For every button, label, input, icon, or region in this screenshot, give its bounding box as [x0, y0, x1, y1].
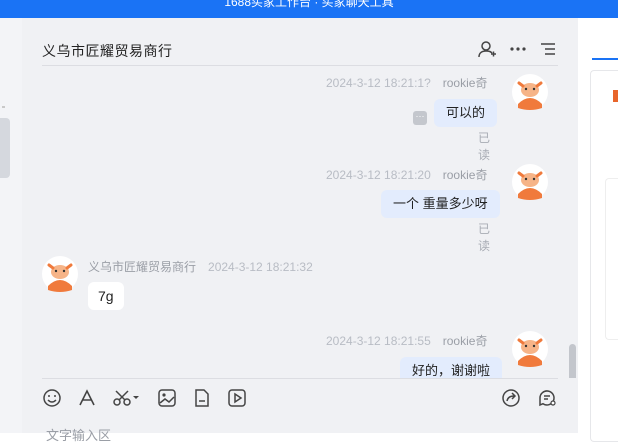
font-icon[interactable] — [77, 388, 97, 408]
scissors-icon[interactable] — [112, 388, 142, 408]
more-icon[interactable] — [509, 40, 527, 58]
left-pane — [0, 18, 22, 433]
avatar[interactable] — [512, 331, 548, 367]
read-status: 已读 — [478, 222, 491, 253]
message-scrollbar[interactable] — [569, 344, 576, 378]
message-time: 2024-3-12 18:21:20 — [326, 168, 431, 182]
message-bubble: 可以的 — [434, 99, 498, 127]
message-meta: 2024-3-12 18:21:55 rookie奇 — [326, 332, 487, 349]
inner-card — [605, 178, 618, 340]
message-bubble: 好的，谢谢啦 — [400, 357, 503, 378]
message-sender: rookie奇 — [442, 168, 488, 182]
share-icon[interactable] — [501, 388, 521, 408]
avatar[interactable] — [42, 256, 78, 292]
quick-reply-icon[interactable] — [537, 388, 557, 408]
avatar[interactable] — [512, 164, 548, 200]
message-meta: 义乌市匠耀贸易商行 2024-3-12 18:21:32 — [88, 258, 313, 275]
avatar[interactable] — [512, 74, 548, 110]
read-status: 已读 — [478, 131, 491, 162]
top-banner: 1688买家工作台 · 买家聊天工具 — [0, 0, 618, 18]
message-sender: 义乌市匠耀贸易商行 — [88, 260, 197, 274]
message-input[interactable]: 文字输入区 — [46, 425, 111, 444]
image-icon[interactable] — [157, 388, 177, 408]
chat-header: 义乌市匠耀贸易商行 — [22, 18, 578, 65]
brand-icon — [613, 90, 618, 102]
input-toolbar — [22, 386, 578, 414]
right-pane — [578, 18, 618, 442]
chat-window: 义乌市匠耀贸易商行 2024-3-12 18:21:1? rookie奇 ···… — [22, 18, 578, 443]
message-meta: 2024-3-12 18:21:1? rookie奇 — [326, 74, 487, 91]
message-bubble: 7g — [88, 282, 124, 310]
user-icon[interactable] — [478, 40, 496, 58]
left-scrollbar[interactable] — [0, 118, 10, 178]
message-list[interactable]: 2024-3-12 18:21:1? rookie奇 ··· 可以的 已读 202… — [22, 66, 578, 378]
message-sender: rookie奇 — [442, 76, 488, 90]
list-icon[interactable] — [539, 40, 557, 58]
emoji-icon[interactable] — [42, 388, 62, 408]
message-time: 2024-3-12 18:21:32 — [208, 260, 313, 274]
message-meta: 2024-3-12 18:21:20 rookie奇 — [326, 166, 487, 183]
file-icon[interactable] — [192, 388, 212, 408]
active-tab-indicator — [592, 58, 618, 60]
chat-title: 义乌市匠耀贸易商行 — [42, 43, 173, 59]
more-options-icon[interactable]: ··· — [413, 111, 427, 125]
video-icon[interactable] — [227, 388, 247, 408]
message-bubble: 一个 重量多少呀 — [381, 190, 500, 218]
message-sender: rookie奇 — [442, 334, 488, 348]
message-time: 2024-3-12 18:21:55 — [326, 334, 431, 348]
message-time: 2024-3-12 18:21:1? — [326, 76, 431, 90]
divider — [2, 106, 5, 108]
toolbar-divider — [42, 378, 558, 379]
